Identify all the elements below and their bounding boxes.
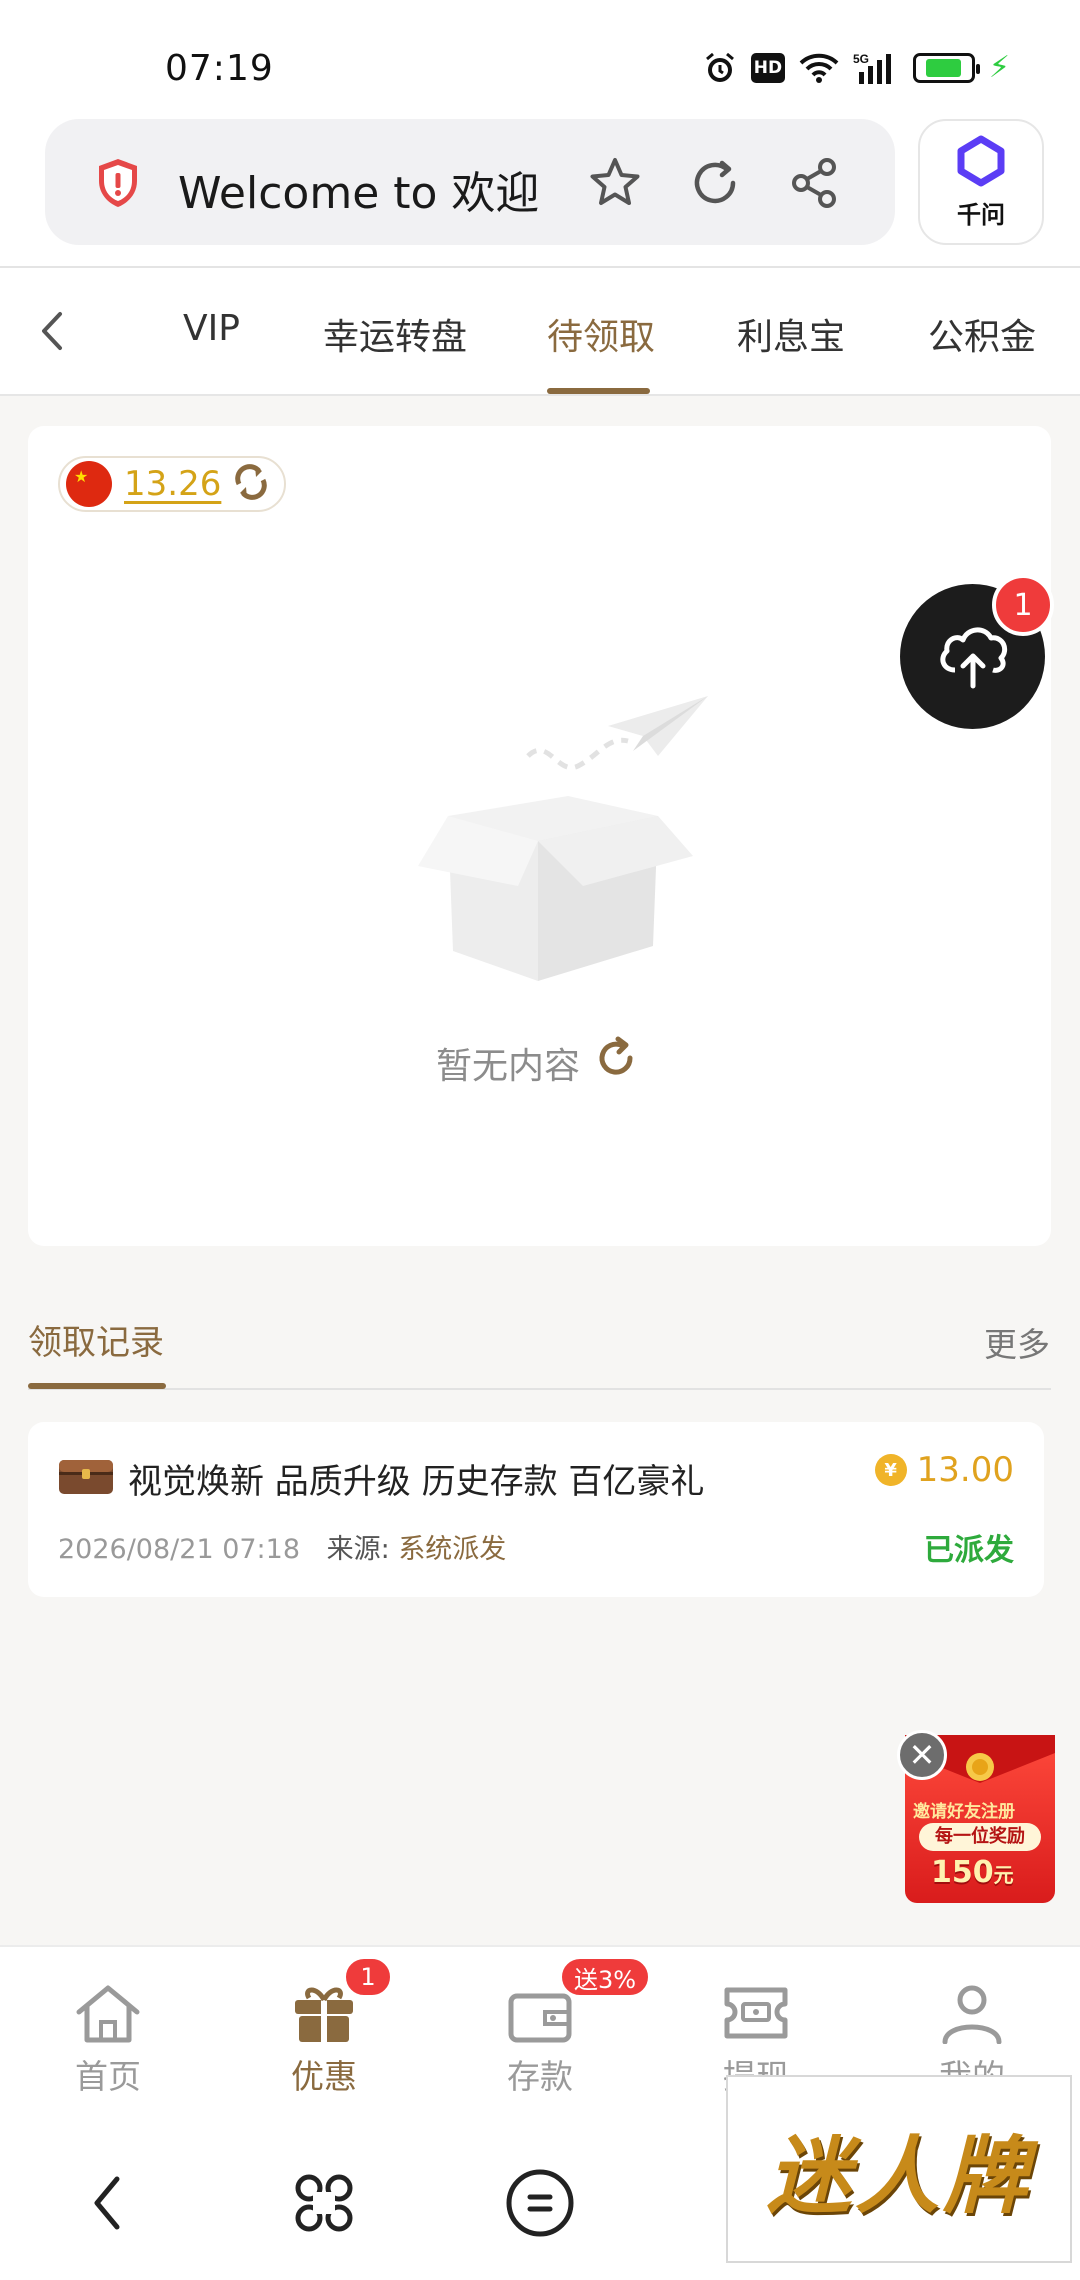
record-item[interactable]: 视觉焕新 品质升级 历史存款 百亿豪礼 ¥ 13.00 2026/08/21 0…	[28, 1422, 1044, 1597]
record-source-value: 系统派发	[398, 1534, 507, 1565]
tab-interest[interactable]: 利息宝	[737, 308, 845, 360]
china-flag-icon: ★	[66, 461, 112, 507]
active-tab-indicator	[547, 388, 650, 394]
yuan-coin-icon: ¥	[874, 1454, 907, 1486]
home-icon	[73, 1982, 143, 2048]
signal-icon: 5G	[853, 52, 899, 84]
status-bar: 07:19 HD 5G ⚡	[0, 0, 1080, 115]
nav-deposit[interactable]: 存款	[480, 1982, 600, 2098]
balance-pill[interactable]: ★ 13.26	[58, 456, 286, 512]
browser-bar: Welcome to 欢迎 千问	[0, 115, 1080, 268]
profile-icon	[937, 1982, 1007, 2048]
promotions-badge: 1	[344, 1957, 392, 1997]
records-divider	[28, 1388, 1051, 1390]
deposit-bonus-badge: 送3%	[560, 1957, 651, 1997]
gift-icon	[289, 1982, 359, 2048]
balance-value: 13.26	[124, 464, 222, 504]
promo-amount-value: 150	[931, 1855, 994, 1890]
record-source-label: 来源:	[326, 1534, 390, 1565]
nav-promotions[interactable]: 优惠	[264, 1982, 384, 2098]
nav-deposit-label: 存款	[507, 2057, 573, 2096]
records-title[interactable]: 领取记录	[28, 1315, 164, 1364]
tab-vip[interactable]: VIP	[183, 308, 240, 349]
battery-icon	[912, 52, 980, 83]
hd-icon: HD	[750, 52, 785, 83]
promo-line1: 邀请好友注册	[913, 1802, 1015, 1822]
empty-box-illustration	[408, 696, 718, 996]
nav-promotions-label: 优惠	[291, 2057, 357, 2096]
qianwen-assistant-button[interactable]: 千问	[918, 119, 1044, 245]
cloud-notification-badge: 1	[992, 574, 1054, 636]
record-datetime: 2026/08/21 07:18	[58, 1534, 301, 1565]
system-back-icon[interactable]	[70, 2165, 146, 2241]
watermark-text: 迷人牌	[766, 2125, 1031, 2225]
url-title[interactable]: Welcome to 欢迎	[178, 157, 539, 221]
nav-home[interactable]: 首页	[48, 1982, 168, 2098]
records-more-link[interactable]: 更多	[984, 1318, 1050, 1366]
record-amount-value: 13.00	[916, 1450, 1014, 1490]
back-chevron-icon[interactable]	[28, 306, 78, 356]
record-meta: 2026/08/21 07:18 来源: 系统派发	[58, 1527, 506, 1566]
alarm-icon	[703, 51, 737, 85]
promo-amount: 150元	[931, 1855, 1014, 1890]
charging-icon: ⚡	[988, 50, 1010, 85]
category-tabs: VIP 幸运转盘 待领取 利息宝 公积金	[0, 268, 1080, 396]
cloud-upload-icon	[933, 620, 1013, 694]
pending-rewards-card: ★ 13.26 暂无内容	[28, 426, 1051, 1246]
brand-watermark: 迷人牌	[726, 2075, 1072, 2263]
reload-empty-icon[interactable]	[594, 1036, 638, 1089]
wifi-icon	[799, 52, 839, 84]
share-icon[interactable]	[785, 153, 845, 213]
status-time: 07:19	[165, 48, 274, 89]
empty-state-text: 暂无内容	[436, 1045, 581, 1087]
records-tab-indicator	[28, 1383, 166, 1389]
reload-icon[interactable]	[685, 153, 745, 213]
system-home-icon[interactable]	[502, 2165, 578, 2241]
status-icons: HD 5G ⚡	[703, 50, 1010, 85]
nav-home-label: 首页	[75, 2057, 141, 2096]
star-icon[interactable]	[585, 153, 645, 213]
refresh-balance-icon[interactable]	[231, 462, 271, 506]
withdraw-icon	[721, 1982, 791, 2048]
svg-text:5G: 5G	[853, 52, 869, 66]
empty-state: 暂无内容	[436, 1036, 638, 1089]
system-app-switch-icon[interactable]	[286, 2165, 362, 2241]
tab-provident-fund[interactable]: 公积金	[928, 308, 1036, 360]
promo-line2: 每一位奖励	[919, 1823, 1041, 1851]
treasure-chest-icon	[58, 1456, 114, 1496]
record-status: 已派发	[924, 1533, 1014, 1568]
qianwen-logo-icon	[955, 135, 1007, 191]
tab-lucky-wheel[interactable]: 幸运转盘	[323, 308, 467, 360]
wallet-icon	[505, 1982, 575, 2048]
qianwen-label: 千问	[957, 200, 1005, 229]
record-amount: ¥ 13.00	[874, 1450, 1014, 1490]
promo-unit: 元	[993, 1863, 1014, 1887]
promo-close-button[interactable]: ✕	[897, 1730, 947, 1780]
shield-icon[interactable]	[95, 157, 141, 213]
tab-pending-claim[interactable]: 待领取	[547, 308, 655, 360]
address-bar[interactable]: Welcome to 欢迎	[45, 119, 895, 245]
record-title: 视觉焕新 品质升级 历史存款 百亿豪礼	[128, 1462, 705, 1502]
